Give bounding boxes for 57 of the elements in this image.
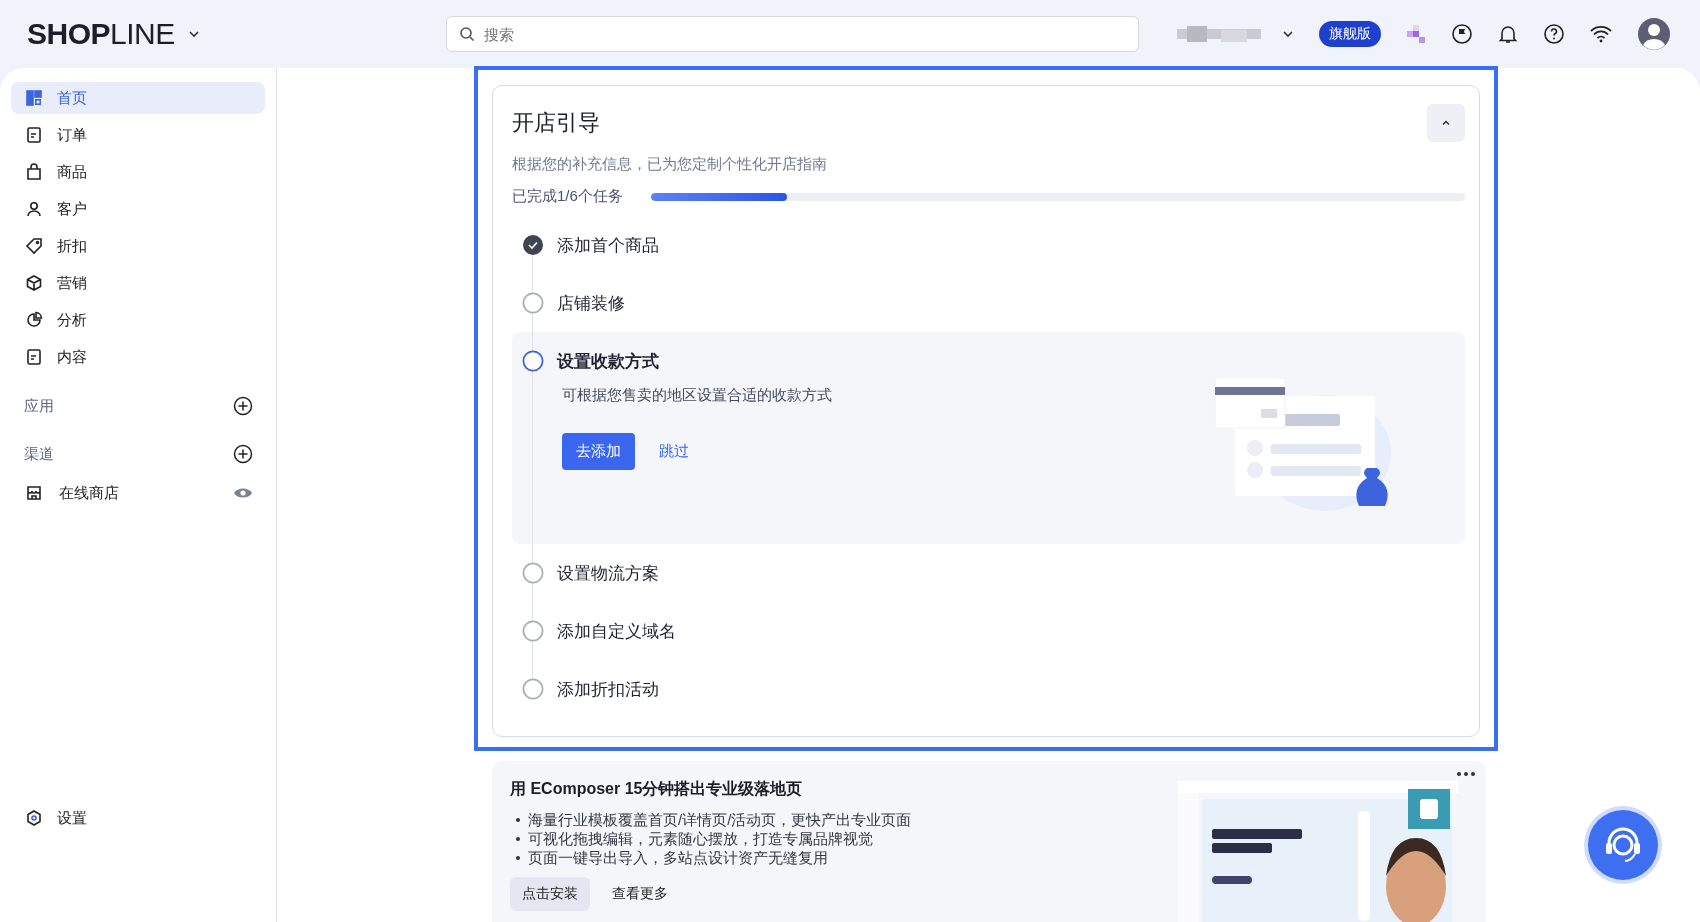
feature-bullet: 页面一键导出导入，多站点设计资产无缝复用	[516, 848, 912, 867]
nav-item[interactable]: 在线商店	[25, 483, 119, 503]
support-button[interactable]	[1588, 810, 1658, 880]
step-label[interactable]: 设置物流方案	[557, 561, 659, 585]
step-label[interactable]: 添加自定义域名	[557, 619, 676, 643]
nav-item[interactable]: 客户	[11, 193, 265, 225]
step-label[interactable]: 设置收款方式	[557, 349, 659, 373]
bell-icon[interactable]	[1497, 23, 1519, 45]
step-label[interactable]: 添加折扣活动	[557, 677, 659, 701]
dashboard-icon	[25, 89, 43, 107]
search-icon	[459, 26, 475, 42]
card-subtitle: 根据您的补充信息，已为您定制个性化开店指南	[512, 155, 828, 174]
promo-title: 用 EComposer 15分钟搭出专业级落地页	[510, 779, 804, 799]
step-label[interactable]: 店铺装修	[557, 291, 625, 315]
nav-item[interactable]: 订单	[11, 119, 265, 151]
flag-icon[interactable]	[1451, 23, 1473, 45]
progress-text: 已完成1/6个任务	[512, 187, 623, 206]
nav-item[interactable]: 首页	[11, 82, 265, 114]
nav-item[interactable]: 折扣	[11, 230, 265, 262]
cube-icon	[25, 274, 43, 292]
skip-link[interactable]: 跳过	[659, 442, 689, 461]
nav-item[interactable]: 营销	[11, 267, 265, 299]
pie-chart-icon	[25, 311, 43, 329]
document-icon	[25, 126, 43, 144]
feature-bullet: 海量行业模板覆盖首页/详情页/活动页，更快产出专业页面	[516, 810, 912, 829]
step-label[interactable]: 添加首个商品	[557, 233, 659, 257]
person-icon	[25, 200, 43, 218]
avatar-icon[interactable]	[1637, 17, 1671, 51]
eye-icon[interactable]	[233, 486, 253, 500]
add-button[interactable]: 去添加	[562, 433, 635, 470]
help-icon[interactable]	[1543, 23, 1565, 45]
install-button[interactable]: 点击安装	[510, 877, 590, 911]
tag-icon	[25, 237, 43, 255]
empty-circle-icon[interactable]	[522, 350, 544, 372]
plan-badge: 旗舰版	[1319, 21, 1381, 47]
wifi-icon[interactable]	[1589, 23, 1613, 45]
logo[interactable]: SHOPLINE	[27, 17, 175, 51]
nav-item[interactable]: 内容	[11, 341, 265, 373]
nav-item[interactable]: 设置	[11, 802, 265, 834]
app-icon[interactable]	[1405, 23, 1427, 45]
step-description: 可根据您售卖的地区设置合适的收款方式	[562, 386, 832, 405]
feature-bullet: 可视化拖拽编辑，元素随心摆放，打造专属品牌视觉	[516, 829, 912, 848]
gear-icon	[25, 809, 43, 827]
bag-icon	[25, 163, 43, 181]
more-button[interactable]: 查看更多	[600, 877, 680, 911]
document-icon	[25, 348, 43, 366]
checked-circle-icon[interactable]	[522, 234, 544, 256]
nav-item[interactable]: 商品	[11, 156, 265, 188]
search-field[interactable]: 搜索	[446, 16, 1139, 52]
nav-item[interactable]: 分析	[11, 304, 265, 336]
add-icon[interactable]	[233, 444, 253, 464]
section-label: 渠道	[24, 444, 54, 464]
more-icon[interactable]	[1456, 771, 1476, 777]
section-label: 应用	[24, 396, 54, 416]
add-icon[interactable]	[233, 396, 253, 416]
card-title: 开店引导	[512, 109, 600, 137]
store-icon	[25, 484, 43, 502]
